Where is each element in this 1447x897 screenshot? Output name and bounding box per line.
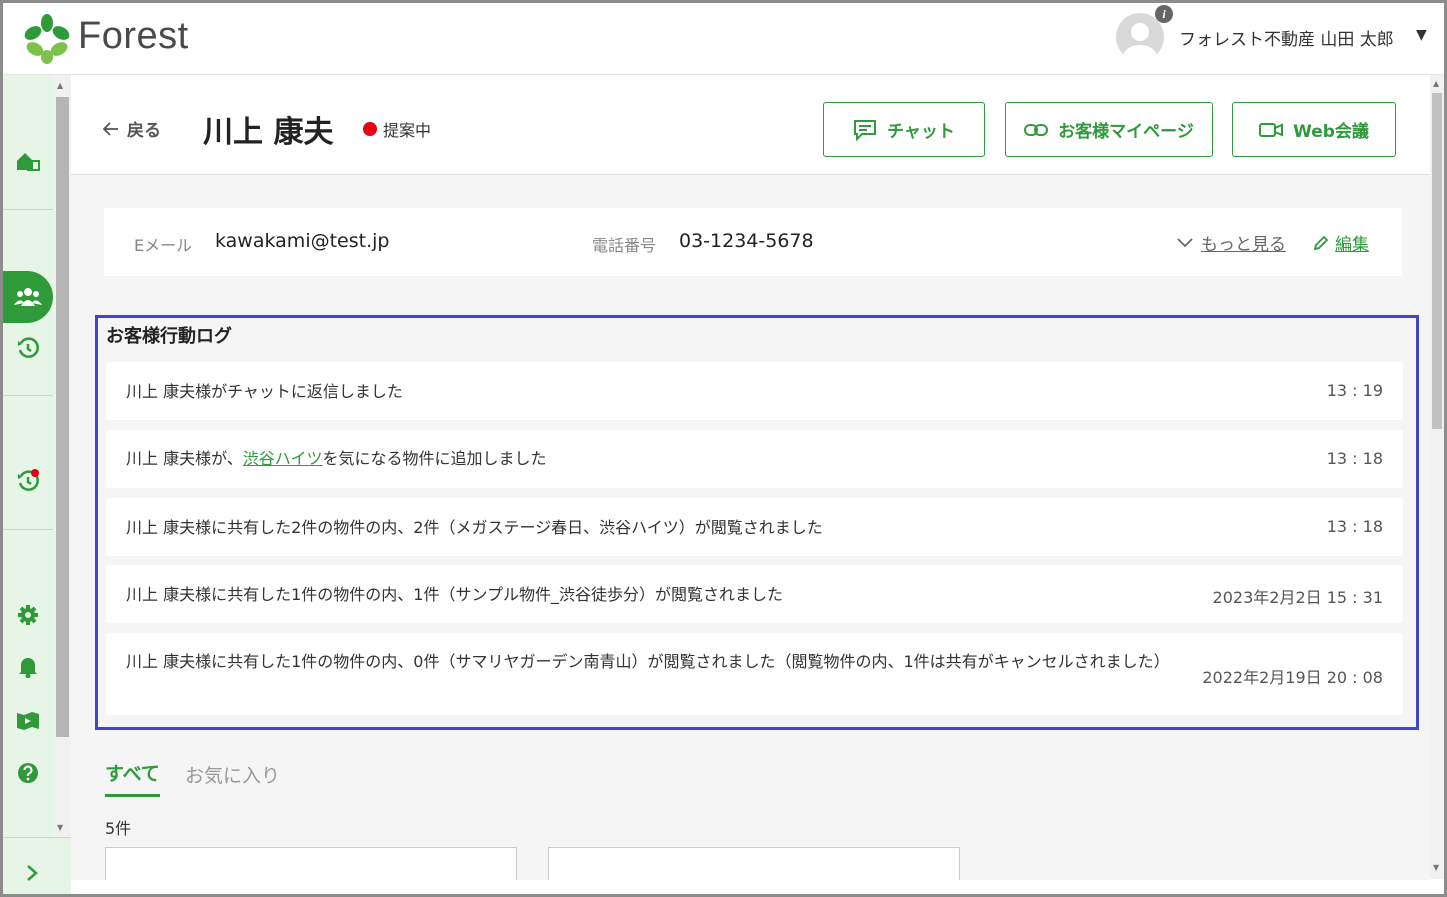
log-time: 2022年2月19日 20 : 08	[1202, 668, 1383, 687]
mypage-button-label: お客様マイページ	[1058, 122, 1194, 142]
log-time: 2023年2月2日 15 : 31	[1212, 588, 1383, 607]
customer-header: 戻る 川上 康夫 提案中 チャット お客様マイページ Web会議	[71, 75, 1430, 175]
result-count: 5件	[105, 819, 132, 838]
customer-name: 川上 康夫	[203, 115, 334, 150]
arrow-left-icon	[103, 121, 118, 136]
nav-scrollbar[interactable]: ▲ ▼	[53, 75, 71, 837]
log-text: 川上 康夫様に共有した2件の物件の内、2件（メガステージ春日、渋谷ハイツ）が閲覧…	[126, 518, 823, 537]
edit-label: 編集	[1335, 235, 1369, 255]
tab-favorites[interactable]: お気に入り	[185, 761, 280, 788]
user-name[interactable]: フォレスト不動産 山田 太郎	[1179, 25, 1394, 50]
info-icon[interactable]: i	[1155, 5, 1173, 23]
list-item: 川上 康夫様が、渋谷ハイツを気になる物件に追加しました 13 : 18	[106, 430, 1403, 488]
scrollbar-thumb[interactable]	[1432, 93, 1442, 429]
phone-label: 電話番号	[592, 236, 657, 255]
property-card[interactable]	[548, 847, 960, 880]
customer-activity-log: お客様行動ログ 川上 康夫様がチャットに返信しました 13 : 19 川上 康夫…	[95, 315, 1419, 730]
logo-text: Forest	[78, 15, 189, 57]
property-link-shibuya-heights[interactable]: 渋谷ハイツ	[243, 449, 323, 468]
log-text-suffix: を気になる物件に追加しました	[322, 449, 547, 468]
video-camera-icon	[1259, 122, 1284, 137]
log-text: 川上 康夫様に共有した1件の物件の内、1件（サンプル物件_渋谷徒歩分）が閲覧され…	[126, 585, 783, 604]
top-bar: Forest i フォレスト不動産 山田 太郎 ▼	[3, 3, 1444, 75]
status-label: 提案中	[383, 121, 432, 140]
scroll-down-arrow-icon[interactable]: ▼	[1433, 863, 1439, 872]
phone-value: 03-1234-5678	[679, 230, 814, 252]
log-text-prefix: 川上 康夫様が、	[126, 449, 243, 468]
log-text: 川上 康夫様がチャットに返信しました	[126, 382, 403, 401]
contact-info: Eメール kawakami@test.jp 電話番号 03-1234-5678 …	[104, 208, 1402, 276]
home-icon	[17, 153, 40, 171]
activity-log-title: お客様行動ログ	[106, 326, 232, 347]
nav-history-alert[interactable]	[3, 461, 53, 501]
nav-guide[interactable]	[3, 701, 53, 741]
gear-icon	[18, 605, 38, 625]
help-icon	[18, 763, 38, 783]
scroll-down-arrow-icon[interactable]: ▼	[57, 823, 63, 832]
main-scrollbar[interactable]: ▲ ▼	[1430, 75, 1444, 879]
status-badge: 提案中	[363, 117, 431, 141]
scrollbar-thumb[interactable]	[56, 97, 69, 737]
footer	[71, 880, 1430, 894]
users-icon	[14, 288, 42, 306]
link-icon	[1024, 123, 1049, 136]
nav-notifications[interactable]	[3, 647, 53, 687]
side-nav	[3, 75, 53, 894]
web-meeting-button-label: Web会議	[1293, 122, 1369, 142]
log-text: 川上 康夫様に共有した1件の物件の内、0件（サマリヤガーデン南青山）が閲覧されま…	[126, 652, 1170, 671]
history-icon	[18, 337, 39, 358]
show-more-label: もっと見る	[1201, 235, 1286, 255]
app-window: Forest i フォレスト不動産 山田 太郎 ▼ ▲ ▼ 戻る 川上 康夫 提…	[0, 0, 1447, 897]
customer-mypage-button[interactable]: お客様マイページ	[1005, 102, 1213, 157]
show-more-link[interactable]: もっと見る	[1177, 230, 1286, 255]
email-label: Eメール	[134, 236, 193, 255]
chevron-right-icon	[27, 865, 38, 881]
web-meeting-button[interactable]: Web会議	[1232, 102, 1396, 157]
status-dot-icon	[363, 122, 377, 136]
log-text: 川上 康夫様が、渋谷ハイツを気になる物件に追加しました	[126, 446, 546, 471]
nav-home[interactable]	[3, 141, 53, 181]
nav-expand-button[interactable]	[3, 837, 71, 894]
back-button[interactable]: 戻る	[103, 116, 161, 141]
log-time: 13 : 18	[1326, 449, 1383, 468]
back-label: 戻る	[127, 121, 161, 141]
caret-down-icon[interactable]: ▼	[1416, 27, 1427, 43]
list-item: 川上 康夫様に共有した1件の物件の内、1件（サンプル物件_渋谷徒歩分）が閲覧され…	[106, 565, 1403, 623]
chat-icon	[854, 119, 877, 141]
list-item: 川上 康夫様に共有した2件の物件の内、2件（メガステージ春日、渋谷ハイツ）が閲覧…	[106, 498, 1403, 556]
scroll-up-arrow-icon[interactable]: ▲	[57, 81, 63, 90]
chat-button-label: チャット	[887, 122, 955, 142]
tab-all[interactable]: すべて	[105, 759, 160, 797]
nav-history[interactable]	[3, 329, 53, 369]
list-item: 川上 康夫様に共有した1件の物件の内、0件（サマリヤガーデン南青山）が閲覧されま…	[106, 633, 1403, 715]
scroll-up-arrow-icon[interactable]: ▲	[1433, 79, 1439, 88]
forest-logo-icon	[24, 14, 70, 64]
email-value: kawakami@test.jp	[215, 230, 390, 252]
edit-link[interactable]: 編集	[1313, 230, 1369, 255]
main-content: 戻る 川上 康夫 提案中 チャット お客様マイページ Web会議 Eメール ka…	[71, 75, 1430, 880]
map-icon	[17, 712, 39, 730]
nav-settings[interactable]	[3, 595, 53, 635]
nav-customers[interactable]	[3, 277, 53, 317]
chat-button[interactable]: チャット	[823, 102, 985, 157]
nav-help[interactable]	[3, 753, 53, 793]
chevron-down-icon	[1177, 237, 1193, 247]
log-time: 13 : 18	[1326, 517, 1383, 536]
pencil-icon	[1313, 235, 1329, 250]
history-alert-icon	[18, 469, 39, 491]
log-time: 13 : 19	[1326, 381, 1383, 400]
bell-icon	[19, 658, 37, 678]
list-item: 川上 康夫様がチャットに返信しました 13 : 19	[106, 362, 1403, 420]
property-card[interactable]	[105, 847, 517, 880]
